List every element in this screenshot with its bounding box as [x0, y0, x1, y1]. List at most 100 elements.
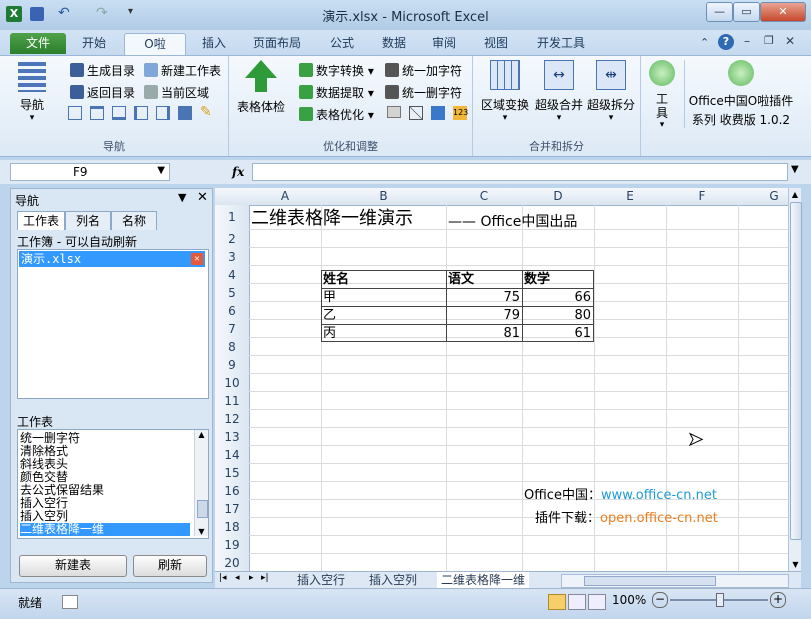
row-header[interactable]: 1 [215, 205, 250, 231]
table-cell-math[interactable]: 66 [524, 289, 591, 307]
tab-developer[interactable]: 开发工具 [528, 33, 594, 54]
region-transform-button[interactable]: 区域变换 ▾ [477, 60, 533, 123]
name-box[interactable]: F9 ▼ [10, 163, 170, 181]
tab-sheets[interactable]: 工作表 [17, 211, 65, 230]
fx-icon[interactable]: fx [232, 165, 244, 179]
horizontal-scrollbar[interactable] [561, 574, 789, 588]
workbook-close-icon[interactable]: ✕ [785, 34, 795, 48]
pane-close-icon[interactable]: ✕ [197, 190, 208, 205]
border-icon[interactable] [134, 106, 148, 120]
column-header-b[interactable]: B [321, 188, 447, 206]
row-header[interactable]: 16 [215, 482, 250, 501]
sheet-list-scrollbar[interactable]: ▲ ▼ [194, 430, 208, 536]
number-icon[interactable]: 123 [453, 106, 468, 120]
row-header[interactable]: 17 [215, 500, 250, 519]
footer-label-office[interactable]: Office中国：www.office-cn.net [524, 487, 717, 505]
border-icon[interactable] [90, 106, 104, 120]
header-name[interactable]: 姓名 [323, 271, 349, 289]
row-header[interactable]: 7 [215, 320, 250, 339]
vertical-scroll-thumb[interactable] [790, 202, 802, 540]
tab-home[interactable]: 开始 [72, 33, 116, 54]
return-toc-button[interactable]: 返回目录 [70, 84, 135, 101]
column-header-e[interactable]: E [594, 188, 667, 206]
zoom-out-icon[interactable]: − [652, 592, 668, 608]
pencil-icon[interactable]: ✎ [200, 104, 212, 120]
eraser-icon[interactable] [387, 106, 401, 118]
table-cell-chinese[interactable]: 75 [448, 289, 520, 307]
new-sheet-button[interactable]: 新建工作表 [144, 62, 221, 79]
row-header[interactable]: 20 [215, 554, 250, 571]
row-header[interactable]: 9 [215, 356, 250, 375]
workbook-minimize-icon[interactable]: – [744, 34, 750, 48]
table-check-button[interactable]: 表格体检 [233, 60, 289, 115]
tab-review[interactable]: 审阅 [422, 33, 466, 54]
normal-view-icon[interactable] [548, 594, 566, 610]
column-header-g[interactable]: G [738, 188, 788, 206]
table-cell-chinese[interactable]: 81 [448, 325, 520, 343]
sheet-tab-active[interactable]: 二维表格降一维 [437, 572, 530, 588]
header-math[interactable]: 数学 [524, 271, 550, 289]
tab-insert[interactable]: 插入 [192, 33, 236, 54]
delete-char-button[interactable]: 统一删字符 [385, 84, 462, 101]
help-icon[interactable]: ? [718, 34, 734, 50]
table-cell-math[interactable]: 80 [524, 307, 591, 325]
super-merge-button[interactable]: ↔ 超级合并 ▾ [531, 60, 587, 123]
row-header[interactable]: 12 [215, 410, 250, 429]
table-optimize-button[interactable]: 表格优化 ▾ [299, 106, 374, 123]
row-header[interactable]: 19 [215, 536, 250, 555]
zoom-slider[interactable] [670, 593, 768, 607]
zoom-level[interactable]: 100% [612, 593, 646, 607]
plugin-button[interactable]: Office中国O啦插件 系列 收费版 1.0.2 [684, 60, 797, 128]
last-sheet-icon[interactable]: ▸| [261, 573, 269, 583]
nav-big-button[interactable]: 导航 ▾ [12, 62, 52, 123]
page-layout-view-icon[interactable] [568, 594, 586, 610]
border-icon[interactable] [178, 106, 192, 120]
minimize-button[interactable]: — [706, 2, 733, 22]
header-chinese[interactable]: 语文 [448, 271, 474, 289]
footer-label-download[interactable]: 插件下载：open.office-cn.net [535, 510, 718, 528]
office-cn-link[interactable]: www.office-cn.net [601, 488, 717, 503]
formula-input[interactable] [252, 163, 788, 181]
column-header-a[interactable]: A [249, 188, 322, 206]
column-header-f[interactable]: F [666, 188, 739, 206]
row-header[interactable]: 8 [215, 338, 250, 357]
number-convert-button[interactable]: 数字转换 ▾ [299, 62, 374, 79]
column-header-d[interactable]: D [522, 188, 595, 206]
first-sheet-icon[interactable]: |◂ [219, 573, 227, 583]
table-cell-name[interactable]: 甲 [323, 289, 336, 307]
tab-column-names[interactable]: 列名 [65, 211, 111, 230]
page-break-view-icon[interactable] [588, 594, 606, 610]
horizontal-scroll-thumb[interactable] [584, 576, 716, 586]
table-cell-name[interactable]: 丙 [323, 325, 336, 343]
add-char-button[interactable]: 统一加字符 [385, 62, 462, 79]
open-office-link[interactable]: open.office-cn.net [600, 511, 718, 526]
tab-ola[interactable]: O啦 [124, 33, 186, 55]
super-split-button[interactable]: ⇹ 超级拆分 ▾ [583, 60, 639, 123]
pane-menu-icon[interactable]: ▼ [178, 191, 186, 204]
tab-formulas[interactable]: 公式 [320, 33, 364, 54]
border-icon[interactable] [68, 106, 82, 120]
row-header[interactable]: 10 [215, 374, 250, 393]
row-header[interactable]: 6 [215, 302, 250, 321]
row-header[interactable]: 13 [215, 428, 250, 447]
vertical-scrollbar[interactable]: ▲ ▼ [788, 188, 802, 571]
remove-workbook-icon[interactable]: ✕ [191, 253, 203, 265]
close-button[interactable]: ✕ [760, 2, 806, 22]
sheet-tab[interactable]: 插入空行 [297, 572, 345, 588]
table-cell-chinese[interactable]: 79 [448, 307, 520, 325]
tab-file[interactable]: 文件 [10, 33, 66, 54]
tab-data[interactable]: 数据 [372, 33, 416, 54]
data-extract-button[interactable]: 数据提取 ▾ [299, 84, 374, 101]
swap-icon[interactable] [431, 106, 445, 120]
spreadsheet-grid[interactable]: A B C D E F G 1 2 3 4 5 6 7 8 9 10 11 12 13 14 15 16 17 1… [215, 188, 788, 571]
border-icon[interactable] [156, 106, 170, 120]
table-cell-name[interactable]: 乙 [323, 307, 336, 325]
workbook-list[interactable]: 演示.xlsx ✕ [17, 249, 209, 399]
prev-sheet-icon[interactable]: ◂ [235, 573, 240, 583]
row-header[interactable]: 11 [215, 392, 250, 411]
row-header[interactable]: 2 [215, 230, 250, 249]
row-header[interactable]: 4 [215, 266, 250, 285]
row-header[interactable]: 14 [215, 446, 250, 465]
next-sheet-icon[interactable]: ▸ [249, 573, 254, 583]
tools-button[interactable]: 工具 ▾ [642, 60, 682, 130]
